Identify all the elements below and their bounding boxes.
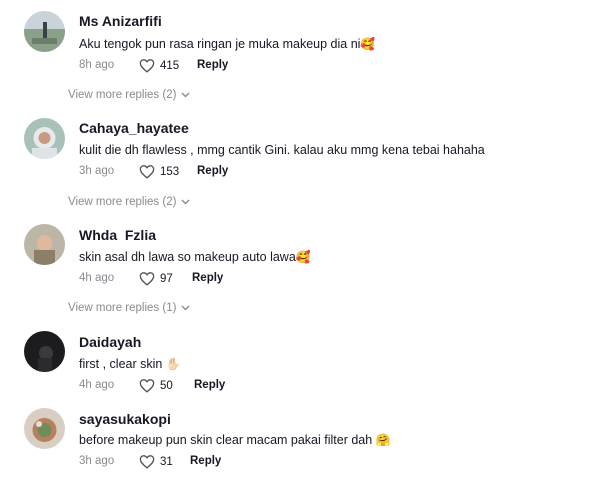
view-more-label: View more replies (1) xyxy=(68,302,177,314)
chevron-down-icon xyxy=(181,305,190,311)
username[interactable]: Daidayah xyxy=(79,334,141,350)
timestamp: 8h ago xyxy=(79,59,115,71)
like-button[interactable]: 31 xyxy=(139,454,173,469)
username[interactable]: Ms Anizarfifi xyxy=(79,13,162,29)
view-more-replies[interactable]: View more replies (1) xyxy=(68,302,190,314)
timestamp: 4h ago xyxy=(79,272,115,284)
avatar[interactable] xyxy=(24,11,65,52)
like-button[interactable]: 50 xyxy=(139,378,173,393)
heart-outline-icon xyxy=(139,272,155,286)
timestamp: 4h ago xyxy=(79,379,115,391)
like-button[interactable]: 153 xyxy=(139,164,179,179)
like-count: 415 xyxy=(160,59,180,72)
raised-hand-icon: ✋🏻 xyxy=(165,357,181,371)
reply-button[interactable]: Reply xyxy=(192,272,223,284)
timestamp: 3h ago xyxy=(79,165,115,177)
heart-outline-icon xyxy=(139,59,155,73)
username[interactable]: Whda Fzlia xyxy=(79,227,156,243)
like-button[interactable]: 97 xyxy=(139,271,173,286)
heart-outline-icon xyxy=(139,455,155,469)
comment-text: first , clear skin ✋🏻 xyxy=(79,357,181,371)
avatar[interactable] xyxy=(24,224,65,265)
hugging-face-icon: 🤗 xyxy=(375,433,391,447)
chevron-down-icon xyxy=(181,199,190,205)
like-count: 153 xyxy=(160,165,180,178)
view-more-label: View more replies (2) xyxy=(68,89,177,101)
reply-button[interactable]: Reply xyxy=(194,379,225,391)
heart-outline-icon xyxy=(139,165,155,179)
username[interactable]: Cahaya_hayatee xyxy=(79,120,189,136)
view-more-replies[interactable]: View more replies (2) xyxy=(68,89,190,101)
like-count: 50 xyxy=(160,379,173,392)
comment-text: kulit die dh flawless , mmg cantik Gini.… xyxy=(79,143,485,157)
avatar[interactable] xyxy=(24,331,65,372)
like-count: 97 xyxy=(160,272,173,285)
chevron-down-icon xyxy=(181,92,190,98)
comment-text: Aku tengok pun rasa ringan je muka makeu… xyxy=(79,37,376,51)
reply-button[interactable]: Reply xyxy=(190,455,221,467)
comment-text: before makeup pun skin clear macam pakai… xyxy=(79,433,391,447)
username[interactable]: sayasukakopi xyxy=(79,411,171,427)
avatar[interactable] xyxy=(24,408,65,449)
like-count: 31 xyxy=(160,455,173,468)
view-more-replies[interactable]: View more replies (2) xyxy=(68,196,190,208)
reply-button[interactable]: Reply xyxy=(197,165,228,177)
comment-text: skin asal dh lawa so makeup auto lawa🥰 xyxy=(79,250,311,264)
smiling-face-with-hearts-icon: 🥰 xyxy=(295,250,311,264)
reply-button[interactable]: Reply xyxy=(197,59,228,71)
timestamp: 3h ago xyxy=(79,455,115,467)
avatar[interactable] xyxy=(24,118,65,159)
like-button[interactable]: 415 xyxy=(139,58,179,73)
smiling-face-with-hearts-icon: 🥰 xyxy=(360,37,376,51)
heart-outline-icon xyxy=(139,379,155,393)
view-more-label: View more replies (2) xyxy=(68,196,177,208)
